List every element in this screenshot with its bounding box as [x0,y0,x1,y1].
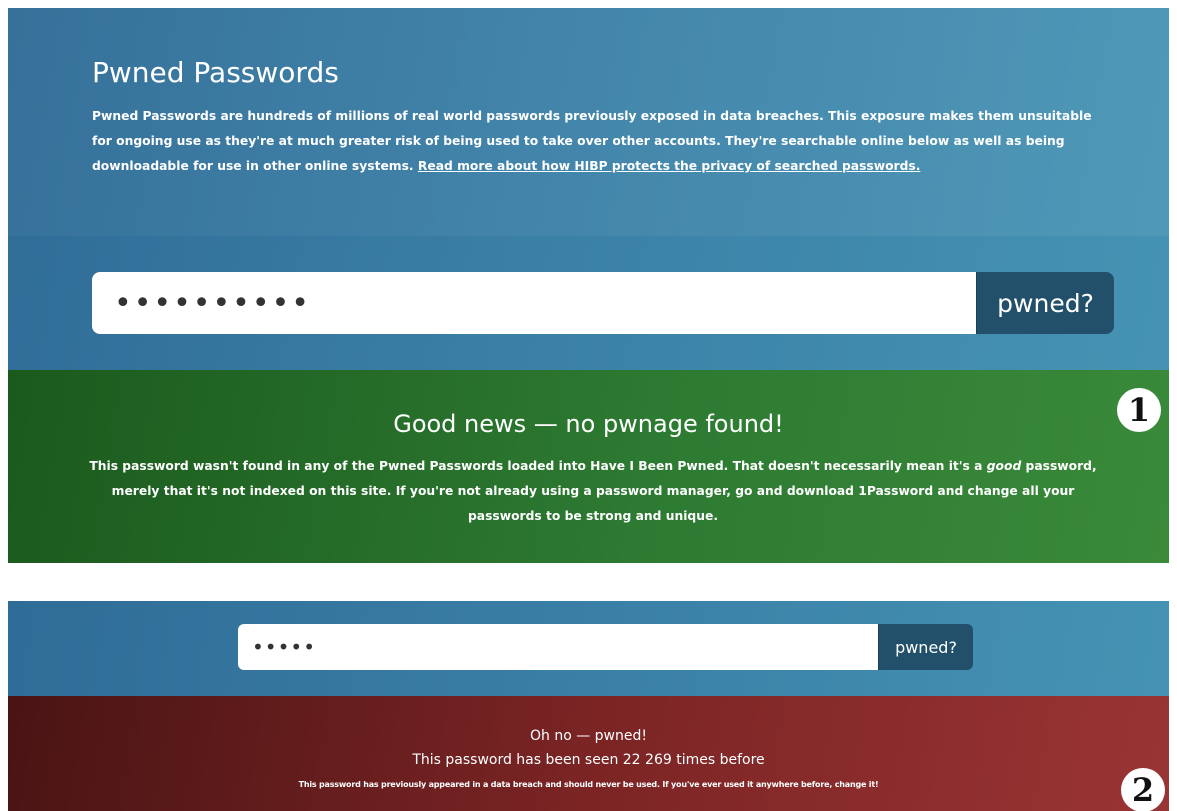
good-news-emphasis: good [986,459,1022,473]
privacy-link[interactable]: Read more about how HIBP protects the pr… [418,159,921,173]
pwned-button-2[interactable]: pwned? [878,624,973,670]
good-news-body: This password wasn't found in any of the… [88,454,1098,529]
intro-paragraph: Pwned Passwords are hundreds of millions… [92,104,1112,179]
password-input-2[interactable]: ••••• [238,624,878,670]
pwned-body: This password has previously appeared in… [298,780,879,789]
password-input[interactable]: •••••••••• [92,272,976,334]
pwned-button[interactable]: pwned? [976,272,1114,334]
pwned-result: Oh no — pwned! This password has been se… [8,696,1169,811]
second-search-panel: ••••• pwned? [8,601,1169,696]
step-2-badge: 2 [1121,768,1165,811]
step-1-badge: 1 [1117,388,1161,432]
good-news-heading: Good news — no pwnage found! [393,410,784,438]
password-search-form-2: ••••• pwned? [238,624,973,670]
password-search-form: •••••••••• pwned? [92,272,1114,334]
pwned-count: This password has been seen 22 269 times… [412,752,765,768]
pwned-heading: Oh no — pwned! [529,728,647,744]
page-title: Pwned Passwords [92,56,339,89]
good-news-result: Good news — no pwnage found! This passwo… [8,370,1169,563]
pwned-passwords-header: Pwned Passwords Pwned Passwords are hund… [8,8,1169,370]
good-news-text-1: This password wasn't found in any of the… [89,459,987,473]
